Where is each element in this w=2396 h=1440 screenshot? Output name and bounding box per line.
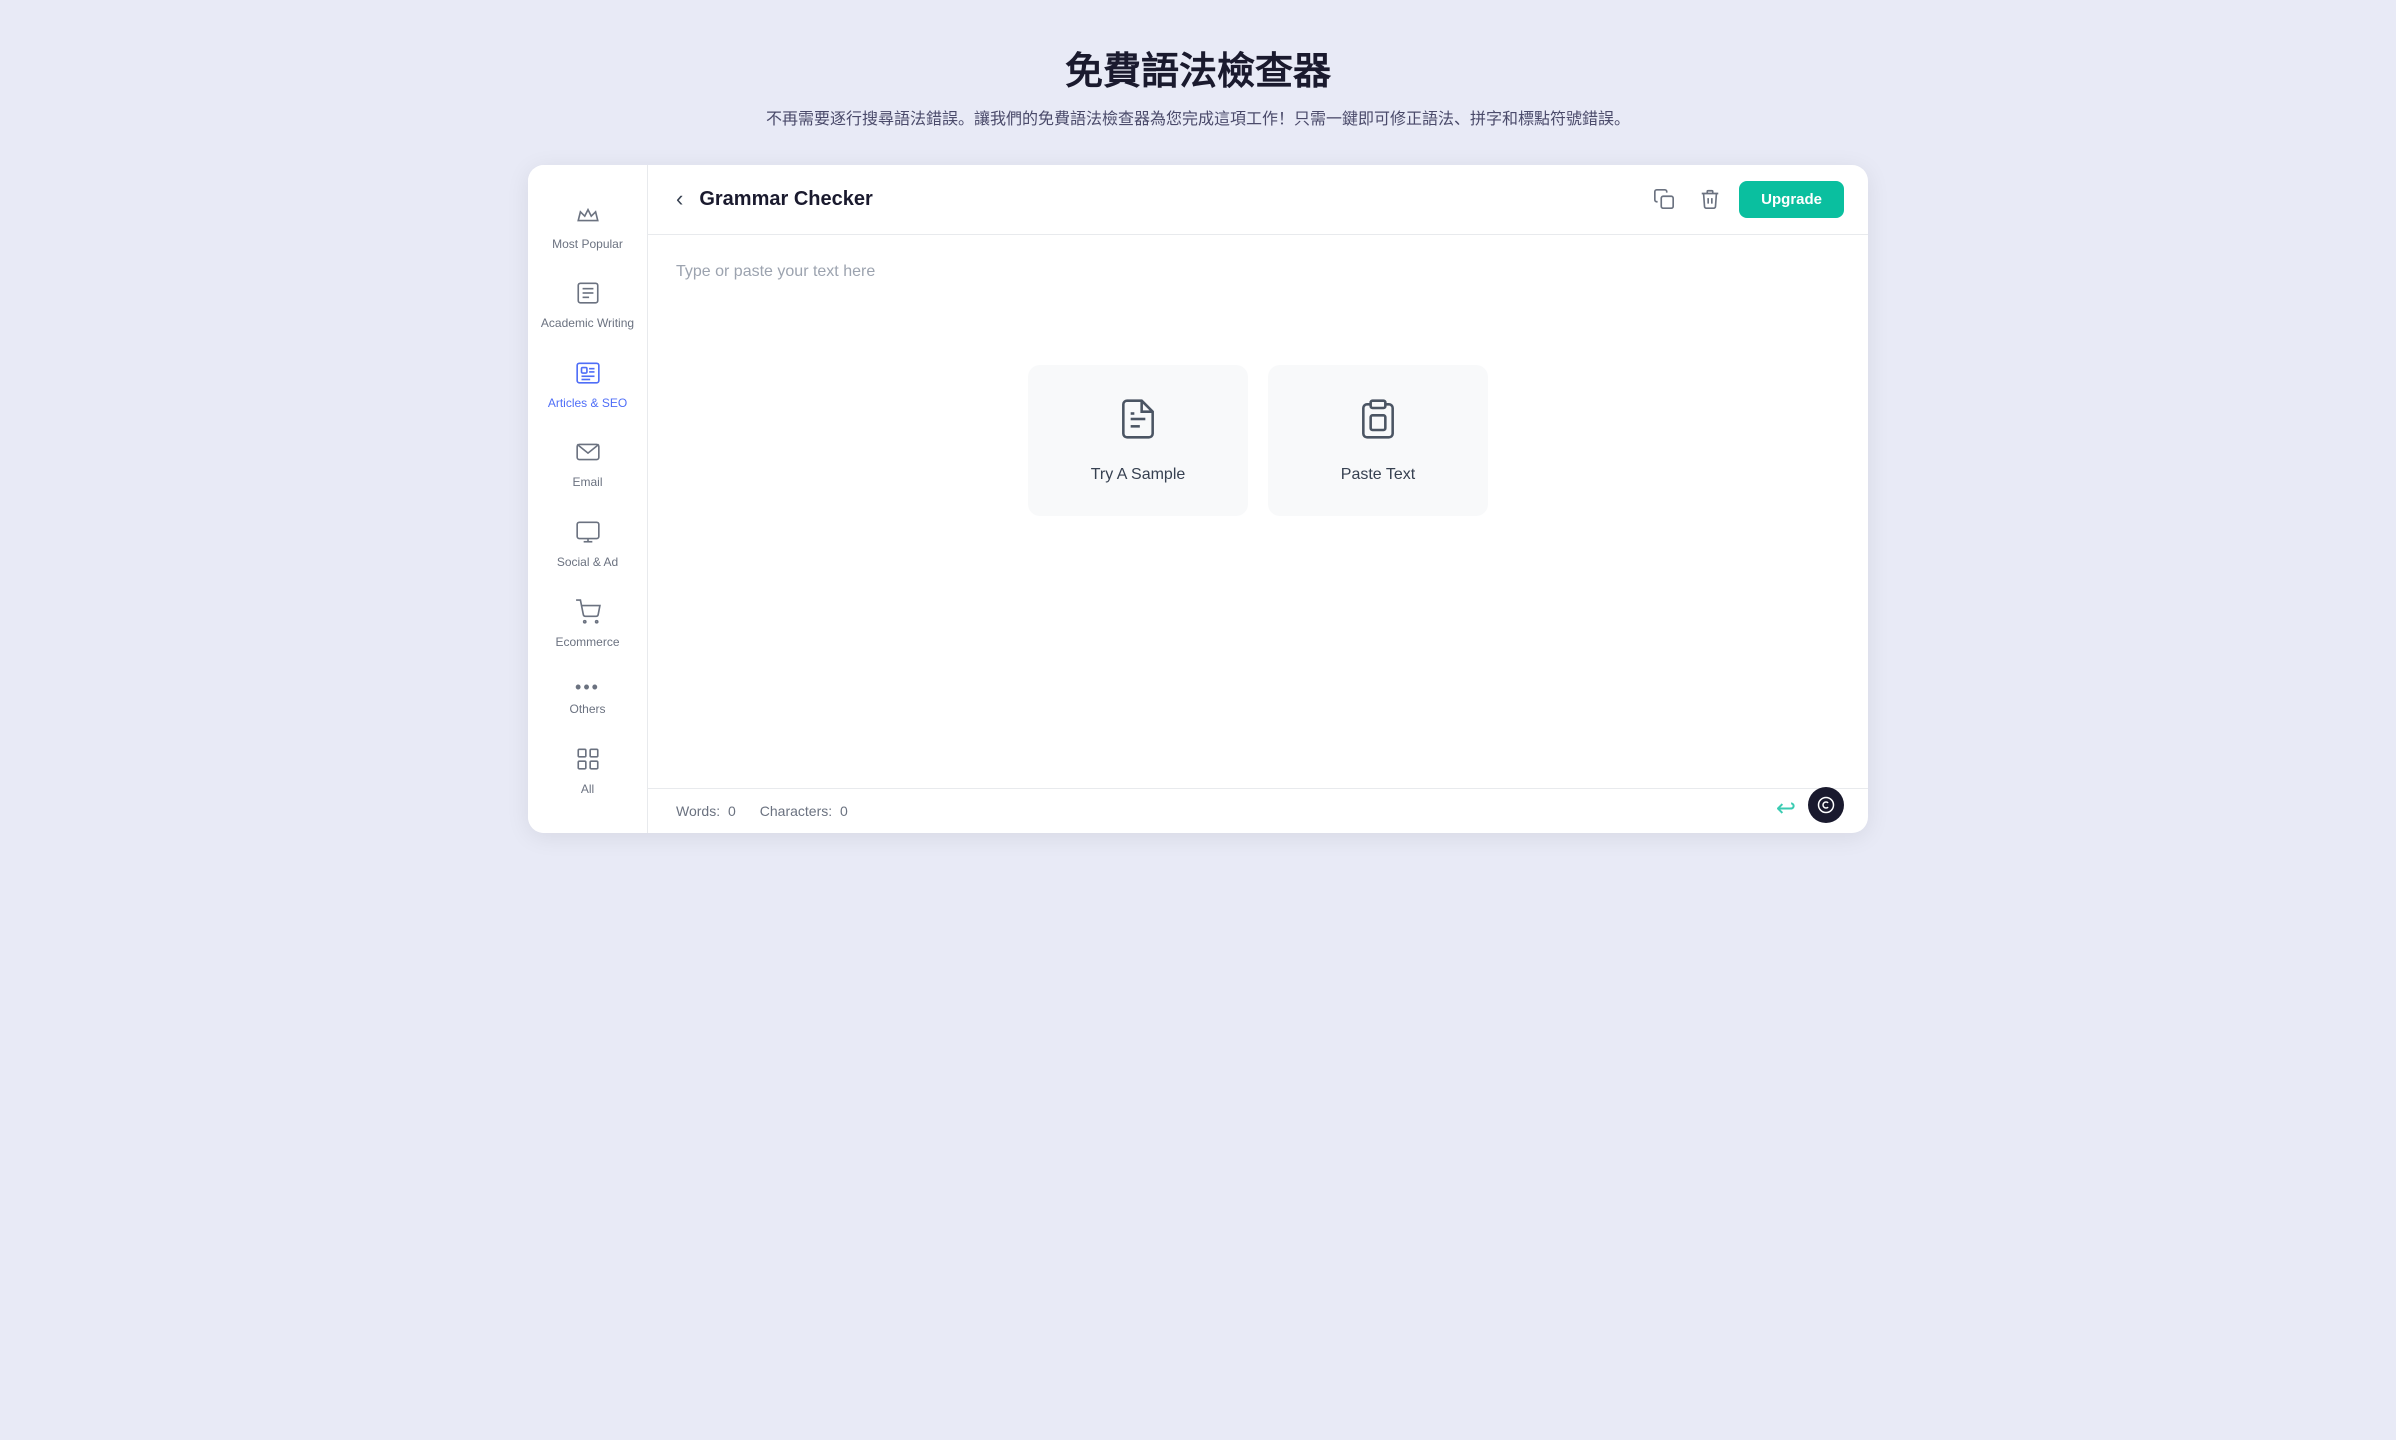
paste-icon — [1356, 397, 1400, 450]
page-subtitle: 不再需要逐行搜尋語法錯誤。讓我們的免費語法檢查器為您完成這項工作！只需一鍵即可修… — [60, 107, 2336, 133]
all-icon — [575, 746, 601, 776]
editor-placeholder: Type or paste your text here — [676, 263, 1840, 281]
delete-icon-button[interactable] — [1693, 182, 1727, 216]
document-icon — [1116, 397, 1160, 450]
sidebar-label-articles-seo: Articles & SEO — [548, 396, 627, 412]
chars-label: Characters: 0 — [760, 803, 848, 819]
sidebar-label-social-ad: Social & Ad — [557, 555, 618, 571]
undo-icon: ↩ — [1776, 794, 1796, 823]
toolbar-title: Grammar Checker — [699, 188, 1635, 211]
sidebar-item-social-ad[interactable]: Social & Ad — [528, 507, 647, 583]
ecommerce-icon — [575, 599, 601, 629]
sidebar-item-email[interactable]: Email — [528, 427, 647, 503]
sidebar-label-most-popular: Most Popular — [552, 237, 623, 253]
try-sample-card[interactable]: Try A Sample — [1028, 365, 1248, 516]
sidebar-label-all: All — [581, 782, 594, 798]
sidebar-label-academic-writing: Academic Writing — [541, 316, 634, 332]
sidebar-label-email: Email — [572, 475, 602, 491]
copyright-icon — [1817, 796, 1835, 814]
bottom-bar: Words: 0 Characters: 0 ↩ — [648, 788, 1868, 833]
sidebar-label-ecommerce: Ecommerce — [555, 635, 619, 651]
email-icon — [575, 439, 601, 469]
try-sample-label: Try A Sample — [1091, 466, 1186, 484]
sidebar-item-academic-writing[interactable]: Academic Writing — [528, 268, 647, 344]
crown-icon — [575, 201, 601, 231]
copyright-button[interactable] — [1808, 787, 1844, 823]
trash-icon — [1699, 188, 1721, 210]
toolbar: ‹ Grammar Checker — [648, 165, 1868, 235]
page-title: 免費語法檢查器 — [60, 40, 2336, 95]
social-icon — [575, 519, 601, 549]
articles-icon — [575, 360, 601, 390]
action-cards: Try A Sample Paste Text — [676, 365, 1840, 516]
upgrade-button[interactable]: Upgrade — [1739, 181, 1844, 218]
app-container: Most Popular Academic Writing — [528, 165, 1868, 834]
sidebar-item-most-popular[interactable]: Most Popular — [528, 189, 647, 265]
editor-area: Type or paste your text here Try A Sampl… — [648, 235, 1868, 789]
sidebar-label-others: Others — [569, 702, 605, 718]
paste-text-label: Paste Text — [1341, 466, 1415, 484]
sidebar-item-others[interactable]: ••• Others — [528, 666, 647, 730]
back-button[interactable]: ‹ — [672, 182, 687, 216]
sidebar: Most Popular Academic Writing — [528, 165, 648, 834]
sidebar-item-articles-seo[interactable]: Articles & SEO — [528, 348, 647, 424]
copy-icon — [1653, 188, 1675, 210]
sidebar-item-ecommerce[interactable]: Ecommerce — [528, 587, 647, 663]
sidebar-item-all[interactable]: All — [528, 734, 647, 810]
paste-text-card[interactable]: Paste Text — [1268, 365, 1488, 516]
main-content: ‹ Grammar Checker — [648, 165, 1868, 834]
toolbar-actions: Upgrade — [1647, 181, 1844, 218]
copy-icon-button[interactable] — [1647, 182, 1681, 216]
others-icon: ••• — [575, 678, 600, 696]
words-label: Words: 0 — [676, 803, 736, 819]
academic-icon — [575, 280, 601, 310]
